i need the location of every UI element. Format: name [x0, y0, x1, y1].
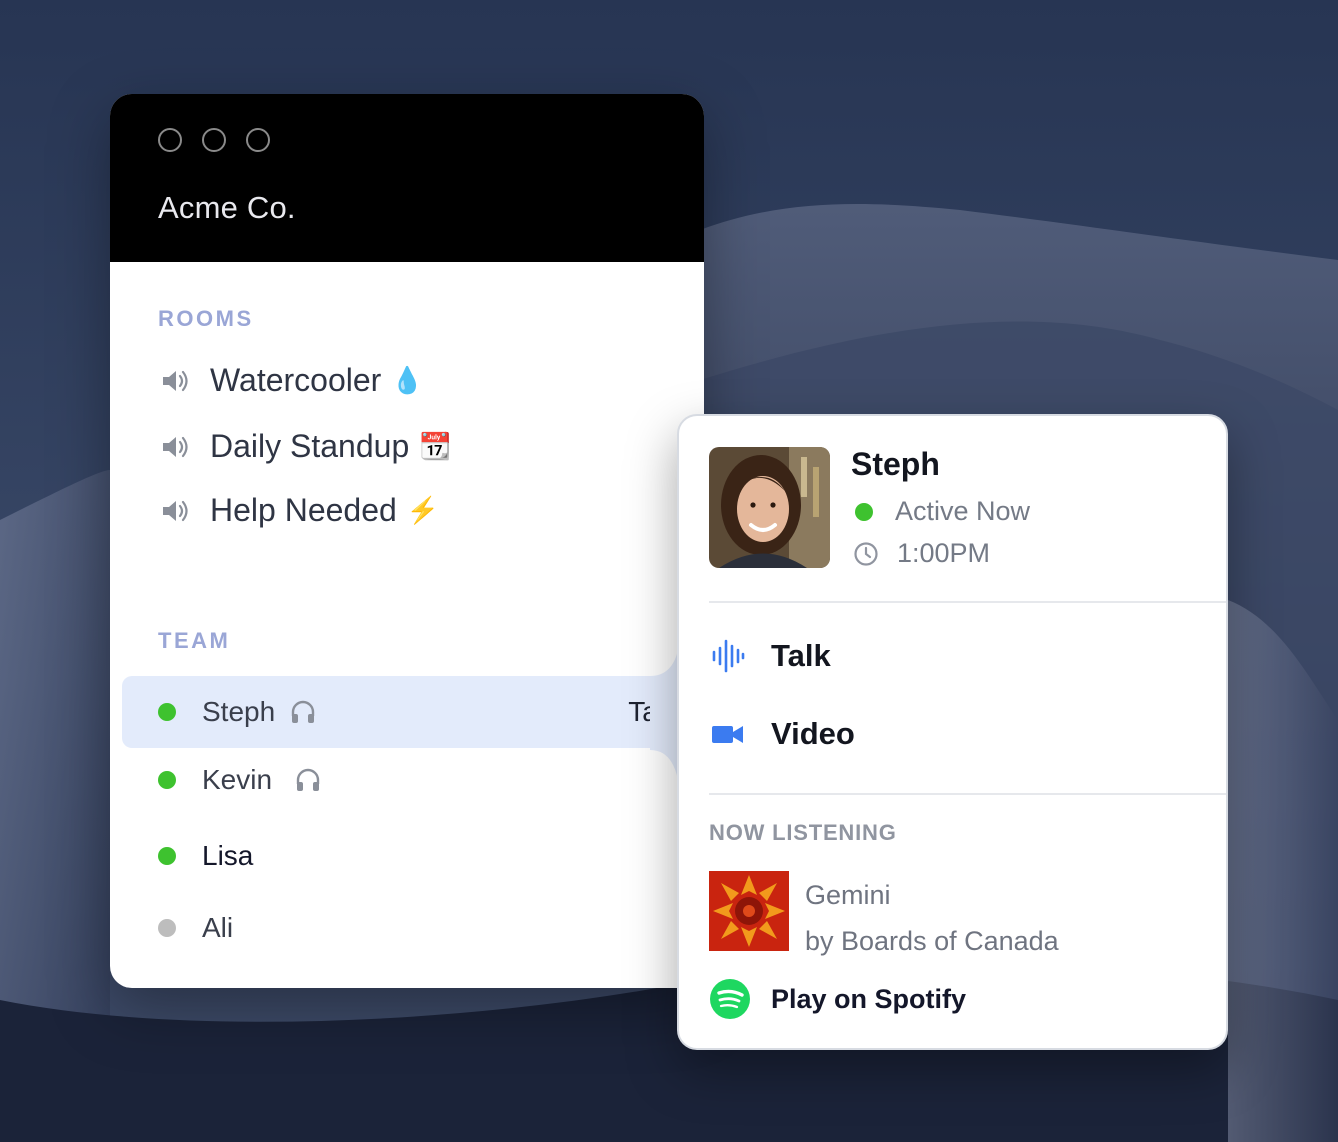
- team-member-ali[interactable]: Ali: [122, 892, 682, 964]
- track-title: Gemini: [805, 880, 891, 910]
- droplet-icon: 💧: [391, 365, 424, 395]
- headphones-icon: [291, 700, 315, 723]
- online-status-dot: [158, 703, 176, 721]
- member-name: Lisa: [202, 840, 254, 871]
- speaker-icon: [163, 500, 188, 521]
- online-status-dot: [855, 502, 873, 521]
- member-name: Ali: [202, 912, 234, 943]
- room-watercooler[interactable]: Watercooler 💧: [160, 362, 424, 399]
- room-label: Watercooler: [210, 362, 382, 398]
- team-member-kevin[interactable]: Kevin: [122, 744, 682, 816]
- spotify-icon: [710, 979, 750, 1019]
- track-info: Gemini by Boards of Canada: [805, 872, 1059, 964]
- play-on-spotify-button[interactable]: Play on Spotify: [709, 978, 966, 1020]
- presence-status: Active Now: [855, 496, 1030, 527]
- member-profile-popover: Steph Active Now 1:00PM Talk Video NOW L…: [677, 414, 1228, 1050]
- member-name: Steph: [202, 696, 276, 727]
- video-label: Video: [771, 716, 855, 751]
- titlebar: Acme Co.: [110, 94, 704, 262]
- audio-waveform-icon: [712, 639, 745, 673]
- video-button[interactable]: Video: [711, 716, 855, 752]
- track-artist: by Boards of Canada: [805, 926, 1059, 956]
- divider: [709, 601, 1226, 603]
- talk-label: Talk: [771, 638, 831, 673]
- local-time-value: 1:00PM: [897, 538, 991, 568]
- minimize-window-button[interactable]: [202, 128, 226, 152]
- lightning-icon: ⚡: [406, 495, 440, 525]
- member-name: Kevin: [202, 764, 273, 795]
- profile-name: Steph: [851, 446, 940, 482]
- room-label: Help Needed: [210, 492, 397, 528]
- team-member-steph[interactable]: Steph Talk: [122, 676, 704, 748]
- video-camera-icon: [712, 726, 743, 743]
- local-time: 1:00PM: [853, 538, 990, 569]
- headphones-icon: [296, 768, 320, 791]
- team-member-lisa[interactable]: Lisa: [122, 820, 682, 892]
- window-controls: [158, 128, 270, 152]
- divider: [709, 793, 1226, 795]
- now-listening-heading: NOW LISTENING: [709, 820, 897, 845]
- workspace-title: Acme Co.: [158, 190, 296, 225]
- album-art: [709, 871, 789, 951]
- rooms-heading: ROOMS: [158, 306, 254, 331]
- avatar: [709, 447, 830, 568]
- calendar-icon: 📆: [419, 431, 452, 461]
- spotify-cta-label: Play on Spotify: [771, 983, 967, 1014]
- clock-icon: [854, 541, 878, 566]
- zoom-window-button[interactable]: [246, 128, 270, 152]
- close-window-button[interactable]: [158, 128, 182, 152]
- room-help-needed[interactable]: Help Needed ⚡: [160, 492, 439, 529]
- team-heading: TEAM: [158, 628, 231, 653]
- speaker-icon: [163, 370, 188, 391]
- room-daily-standup[interactable]: Daily Standup 📆: [160, 428, 452, 465]
- online-status-dot: [158, 771, 176, 789]
- app-window: Acme Co. ROOMS Watercooler 💧 Daily Stand…: [110, 94, 704, 988]
- room-label: Daily Standup: [210, 428, 410, 464]
- offline-status-dot: [158, 919, 176, 937]
- online-status-dot: [158, 847, 176, 865]
- talk-button[interactable]: Talk: [711, 638, 831, 674]
- presence-label: Active Now: [895, 496, 1031, 526]
- speaker-icon: [163, 436, 188, 457]
